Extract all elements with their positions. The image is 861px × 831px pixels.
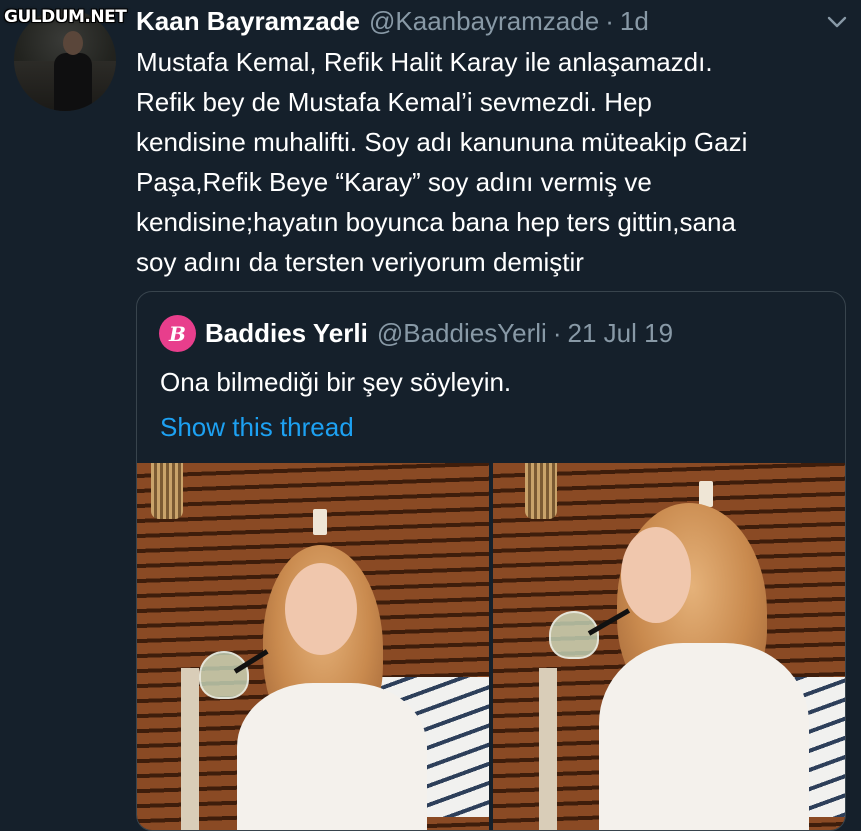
face xyxy=(621,527,691,623)
shirt xyxy=(599,643,809,830)
quoted-tweet-timestamp[interactable]: 21 Jul 19 xyxy=(568,318,674,349)
quoted-tweet-card[interactable]: B Baddies Yerli @BaddiesYerli · 21 Jul 1… xyxy=(136,291,846,831)
tweet-text-line: Mustafa Kemal, Refik Halit Karay ile anl… xyxy=(136,47,713,77)
tweet-text-line: soy adını da tersten veriyorum demiştir xyxy=(136,247,584,277)
tweet-text-line: kendisine muhalifti. Soy adı kanununa mü… xyxy=(136,127,748,157)
show-thread-link[interactable]: Show this thread xyxy=(160,412,354,443)
quoted-tweet-header: B Baddies Yerli @BaddiesYerli · 21 Jul 1… xyxy=(159,315,673,352)
quoted-author-display-name[interactable]: Baddies Yerli xyxy=(205,318,368,349)
quoted-header-separator: · xyxy=(552,318,562,348)
glass xyxy=(549,611,599,659)
avatar-person-head xyxy=(63,31,83,55)
shirt xyxy=(237,683,427,830)
tweet-header: Kaan Bayramzade @Kaanbayramzade · 1d xyxy=(136,5,649,37)
avatar-person-body xyxy=(54,53,92,111)
quoted-tweet-text: Ona bilmediği bir şey söyleyin. xyxy=(160,367,512,397)
tweet-timestamp[interactable]: 1d xyxy=(620,6,649,37)
tweet-text-line: kendisine;hayatın boyunca bana hep ters … xyxy=(136,207,736,237)
author-handle[interactable]: @Kaanbayramzade xyxy=(369,6,599,37)
watermark: GULDUM.NET xyxy=(4,7,127,27)
tweet-text-line: Refik bey de Mustafa Kemal’i sevmezdi. H… xyxy=(136,87,652,117)
wall-light xyxy=(313,509,327,535)
chevron-down-icon[interactable] xyxy=(826,14,848,30)
photo-right[interactable] xyxy=(493,463,845,830)
face xyxy=(285,563,357,655)
photo-grid xyxy=(137,463,845,830)
bench xyxy=(181,668,199,830)
author-display-name[interactable]: Kaan Bayramzade xyxy=(136,6,360,37)
lamp-decor xyxy=(525,463,557,519)
tweet-text-line: Paşa,Refik Beye “Karay” soy adını vermiş… xyxy=(136,167,652,197)
bench xyxy=(539,668,557,830)
header-separator: · xyxy=(605,5,614,36)
wall-light xyxy=(699,481,713,507)
lamp-decor xyxy=(151,463,183,519)
quoted-author-handle[interactable]: @BaddiesYerli xyxy=(377,318,547,349)
tweet-text: Mustafa Kemal, Refik Halit Karay ile anl… xyxy=(136,42,848,282)
quoted-avatar-letter: B xyxy=(169,321,186,346)
glass xyxy=(199,651,249,699)
photo-left[interactable] xyxy=(137,463,489,830)
quoted-author-avatar[interactable]: B xyxy=(159,315,196,352)
